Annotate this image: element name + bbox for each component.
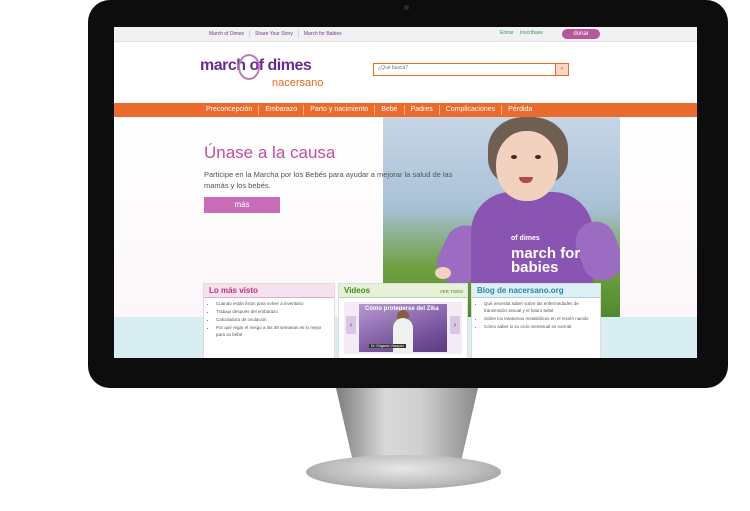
videos-title-text: Videos [344,286,371,295]
videos-title: Videos VER TODO [339,284,467,298]
monitor-stand [336,388,478,462]
video-carousel: ‹ Cómo protegerse del Zika Dr. Edgardo V… [344,302,462,354]
toplink-march-of-dimes[interactable]: March of Dimes [204,30,251,38]
carousel-prev-button[interactable]: ‹ [346,316,356,334]
hero-text: Participe en la Marcha por los Bebés par… [204,170,453,190]
photo-hand [435,267,451,279]
blog-title: Blog de nacersano.org [472,284,600,298]
videos-view-all-link[interactable]: VER TODO [440,285,463,298]
hero-more-button[interactable]: más [204,197,280,213]
nav-embarazo[interactable]: Embarazo [259,105,305,115]
list-item[interactable]: Calculadora de ovulación [216,317,330,324]
photo-face [496,131,558,201]
list-item[interactable]: Sobre los trastornos metabólicos en el r… [484,316,596,323]
top-bar: March of Dimes Share Your Story March fo… [114,27,697,42]
videos-box: Videos VER TODO ‹ Cómo protegerse del Zi… [338,283,468,358]
search-input[interactable]: ¿Qué busca? [378,65,408,71]
list-item[interactable]: Qué necesita saber sobre las enfermedade… [484,301,596,314]
search-button[interactable]: » [555,64,568,75]
monitor-base [306,455,501,489]
list-item[interactable]: Cuando están listos para volver a invent… [216,301,330,308]
donate-button[interactable]: donar [562,29,600,39]
shirt-logo-text: of dimes [511,235,540,242]
toplink-share-story[interactable]: Share Your Story [250,30,299,38]
top-links: March of Dimes Share Your Story March fo… [204,30,347,38]
login-link[interactable]: Entrar [500,30,514,36]
search-bar: ¿Qué busca? » [373,63,569,76]
nav-padres[interactable]: Padres [405,105,440,115]
website-screen: March of Dimes Share Your Story March fo… [114,27,697,358]
nav-perdida[interactable]: Pérdida [502,105,538,115]
video-thumbnail[interactable]: Cómo protegerse del Zika Dr. Edgardo Vaz… [359,304,447,352]
list-item[interactable]: Trabajo después del embarazo [216,309,330,316]
list-item[interactable]: Cómo saber si su ciclo menstrual es norm… [484,324,596,331]
register-link[interactable]: Inscríbase [520,30,543,36]
logo-mother-child-icon [238,54,260,80]
photo-eye [511,155,517,159]
blog-box: Blog de nacersano.org Qué necesita saber… [471,283,601,358]
list-item[interactable]: Por qué regar el riesgo a las 39 semanas… [216,325,330,338]
nav-bebe[interactable]: Bebé [375,105,405,115]
most-viewed-box: Lo más visto Cuando están listos para vo… [203,283,335,358]
video-caption: Dr. Edgardo Vazquez [369,344,407,348]
shirt-print-text: march for babies [511,245,581,276]
most-viewed-title: Lo más visto [204,284,334,298]
hero-title: Únase a la causa [204,143,336,162]
camera-icon [404,5,409,10]
main-nav: Preconcepción Embarazo Parto y nacimient… [114,103,697,117]
nav-complicaciones[interactable]: Complicaciones [440,105,503,115]
logo-sub-text: nacersano [272,77,324,89]
nav-preconcepcion[interactable]: Preconcepción [200,105,260,115]
toplink-march-for-babies[interactable]: March for Babies [299,30,347,38]
site-logo[interactable]: march of dimes nacersano [200,54,340,93]
photo-eye [535,155,541,159]
nav-parto[interactable]: Parto y nacimiento [304,105,376,115]
carousel-next-button[interactable]: › [450,316,460,334]
